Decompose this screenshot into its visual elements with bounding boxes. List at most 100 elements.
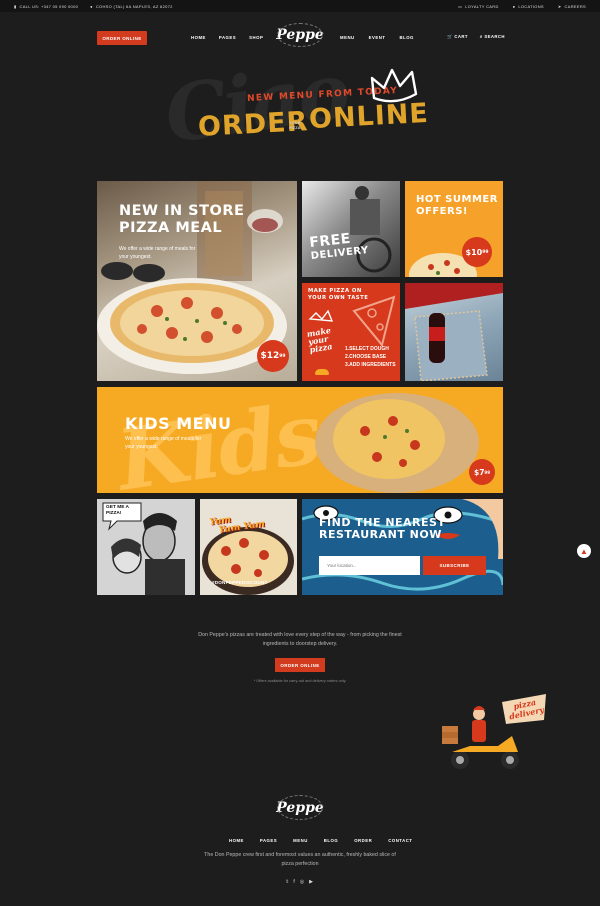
discount-tile[interactable]: Yum Yum Yum #DONPEPPEDISCOUNT bbox=[200, 499, 297, 595]
cart-label: CART bbox=[454, 34, 468, 39]
footer-nav-order[interactable]: ORDER bbox=[354, 838, 372, 843]
comic-tile[interactable]: GET ME A PIZZA! bbox=[97, 499, 195, 595]
loyalty-card-label: LOYALTY CARD bbox=[465, 4, 499, 9]
loyalty-card-link[interactable]: ▭ LOYALTY CARD bbox=[458, 4, 498, 9]
nav-blog[interactable]: BLOG bbox=[399, 35, 413, 40]
make-your-pizza-tile[interactable]: MAKE PIZZA ON YOUR OWN TASTE make your p… bbox=[302, 283, 400, 381]
search-label: SEARCH bbox=[484, 34, 505, 39]
main-nav-left: HOME PAGES SHOP bbox=[191, 35, 263, 40]
pizza-meal-title-line1: NEW IN STORE bbox=[119, 203, 245, 219]
hero-small-line2: PIZZA bbox=[289, 125, 301, 130]
bubble-line2: PIZZA! bbox=[106, 511, 122, 516]
location-input[interactable] bbox=[319, 556, 420, 575]
address-info[interactable]: ● COHSO (TAL) 6A NAPLES, AZ 82072 bbox=[90, 4, 173, 9]
make-title-line1: MAKE PIZZA ON bbox=[308, 288, 362, 294]
scroll-to-top-button[interactable]: ▲ bbox=[577, 544, 591, 558]
careers-link[interactable]: ➤ CAREERS bbox=[558, 4, 586, 9]
discount-hashtag: #DONPEPPEDISCOUNT bbox=[212, 580, 268, 585]
kids-menu-title: KIDS MENU bbox=[125, 414, 232, 433]
header-tools: 🛒 CART ⌕ SEARCH bbox=[447, 34, 505, 40]
nav-menu[interactable]: MENU bbox=[340, 35, 355, 40]
phone-icon: ▮ bbox=[14, 4, 17, 9]
pizza-meal-text-line1: We offer a wide range of meals for bbox=[119, 246, 196, 252]
pizza-meal-price-badge: $12 99 bbox=[257, 340, 289, 372]
locations-label: LOCATIONS bbox=[518, 4, 544, 9]
address-text: COHSO (TAL) 6A NAPLES, AZ 82072 bbox=[95, 4, 173, 9]
pizza-meal-title: NEW IN STORE PIZZA MEAL bbox=[119, 203, 244, 237]
about-order-online-button[interactable]: ORDER ONLINE bbox=[275, 658, 325, 672]
find-title-line2: RESTAURANT NOW bbox=[319, 528, 442, 541]
drinks-tile[interactable] bbox=[405, 283, 503, 381]
pizza-meal-price: $12 bbox=[260, 351, 280, 361]
pizza-meal-title-line2: PIZZA MEAL bbox=[119, 220, 223, 236]
kids-text-line2: your youngest. bbox=[125, 444, 158, 450]
summer-price-badge: $10 99 bbox=[462, 237, 492, 267]
subscribe-button[interactable]: SUBSCRIBE bbox=[423, 556, 486, 575]
find-restaurant-title: FIND THE NEAREST RESTAURANT NOW bbox=[319, 517, 445, 541]
nav-home[interactable]: HOME bbox=[191, 35, 206, 40]
find-restaurant-tile: FIND THE NEAREST RESTAURANT NOW bbox=[302, 499, 503, 595]
footer-nav-menu[interactable]: MENU bbox=[293, 838, 308, 843]
order-online-button[interactable]: ORDER ONLINE bbox=[97, 31, 147, 45]
comic-woman-illustration bbox=[302, 499, 503, 595]
summer-offers-tile[interactable]: HOT SUMMER OFFERS! $10 99 bbox=[405, 181, 503, 277]
location-pin-icon: ● bbox=[512, 4, 516, 9]
kids-menu-tile[interactable]: Kids KIDS MENU We offer a wide range of … bbox=[97, 387, 503, 493]
pizza-meal-text-line2: your youngest. bbox=[119, 254, 152, 260]
locations-link[interactable]: ● LOCATIONS bbox=[513, 4, 544, 9]
card-icon: ▭ bbox=[458, 4, 463, 9]
careers-label: CAREERS bbox=[564, 4, 586, 9]
pizza-meal-description: We offer a wide range of meals for your … bbox=[119, 245, 195, 261]
site-logo[interactable]: Peppe bbox=[274, 22, 326, 48]
nav-shop[interactable]: SHOP bbox=[249, 35, 263, 40]
pizza-meal-tile[interactable]: NEW IN STORE PIZZA MEAL We offer a wide … bbox=[97, 181, 297, 381]
footer-nav-blog[interactable]: BLOG bbox=[324, 838, 338, 843]
kids-price: $7 bbox=[473, 467, 485, 477]
phone-text: CALL US: +347 05 090 0000 bbox=[19, 4, 79, 9]
cart-link[interactable]: 🛒 CART bbox=[447, 34, 468, 40]
send-icon: ➤ bbox=[557, 4, 562, 9]
hero-small-text: YOUR PIZZA bbox=[289, 120, 301, 130]
phone-info[interactable]: ▮ CALL US: +347 05 090 0000 bbox=[14, 4, 78, 9]
free-delivery-tile[interactable]: FREE DELIVERY bbox=[302, 181, 400, 277]
facebook-icon[interactable]: f bbox=[293, 879, 294, 885]
kids-menu-description: We offer a wide range of meals for your … bbox=[125, 435, 201, 451]
cart-icon: 🛒 bbox=[447, 34, 453, 39]
instagram-icon[interactable]: ◎ bbox=[300, 879, 304, 885]
kids-cents: 99 bbox=[484, 469, 490, 475]
footer-nav-pages[interactable]: PAGES bbox=[260, 838, 277, 843]
step-add-ingredients: 3.ADD INGREDIENTS bbox=[345, 362, 396, 368]
footer-nav-contact[interactable]: CONTACT bbox=[388, 838, 412, 843]
step-choose-base: 2.CHOOSE BASE bbox=[345, 354, 387, 360]
main-nav-right: MENU EVENT BLOG bbox=[340, 35, 414, 40]
kids-price-badge: $7 99 bbox=[469, 459, 495, 485]
pizza-meal-cents: 99 bbox=[279, 353, 286, 359]
mustache-icon bbox=[315, 369, 329, 375]
summer-title-line1: HOT SUMMER bbox=[416, 194, 498, 205]
search-link[interactable]: ⌕ SEARCH bbox=[480, 34, 505, 40]
social-links: 𝕥 f ◎ ▶ bbox=[286, 879, 313, 885]
make-pizza-steps: 1.SELECT DOUGH 2.CHOOSE BASE 3.ADD INGRE… bbox=[345, 345, 396, 369]
top-bar: ▮ CALL US: +347 05 090 0000 ● COHSO (TAL) … bbox=[0, 0, 600, 12]
nav-event[interactable]: EVENT bbox=[369, 35, 386, 40]
logo-ring bbox=[277, 23, 323, 47]
footer-nav-home[interactable]: HOME bbox=[229, 838, 244, 843]
nav-pages[interactable]: PAGES bbox=[219, 35, 236, 40]
twitter-icon[interactable]: 𝕥 bbox=[286, 879, 288, 885]
jeans-pocket-photo bbox=[405, 283, 503, 381]
make-pizza-title: MAKE PIZZA ON YOUR OWN TASTE bbox=[308, 288, 368, 302]
make-title-line2: YOUR OWN TASTE bbox=[308, 295, 369, 301]
youtube-icon[interactable]: ▶ bbox=[309, 879, 313, 885]
summer-title-line2: OFFERS! bbox=[416, 206, 468, 217]
summer-cents: 99 bbox=[482, 249, 489, 255]
comic-speech-bubble: GET ME A PIZZA! bbox=[106, 505, 129, 517]
footer-text: The Don Peppe crew first and foremost va… bbox=[204, 852, 396, 867]
footer-nav: HOME PAGES MENU BLOG ORDER CONTACT bbox=[229, 838, 412, 843]
step-select-dough: 1.SELECT DOUGH bbox=[345, 346, 389, 352]
crown-icon bbox=[370, 68, 418, 103]
footer-logo-ring bbox=[277, 795, 323, 820]
summer-price: $10 bbox=[465, 247, 483, 257]
footer-logo[interactable]: Peppe bbox=[274, 794, 326, 822]
about-text: Don Peppe's pizzas are treated with love… bbox=[198, 632, 402, 647]
search-icon: ⌕ bbox=[479, 34, 483, 39]
